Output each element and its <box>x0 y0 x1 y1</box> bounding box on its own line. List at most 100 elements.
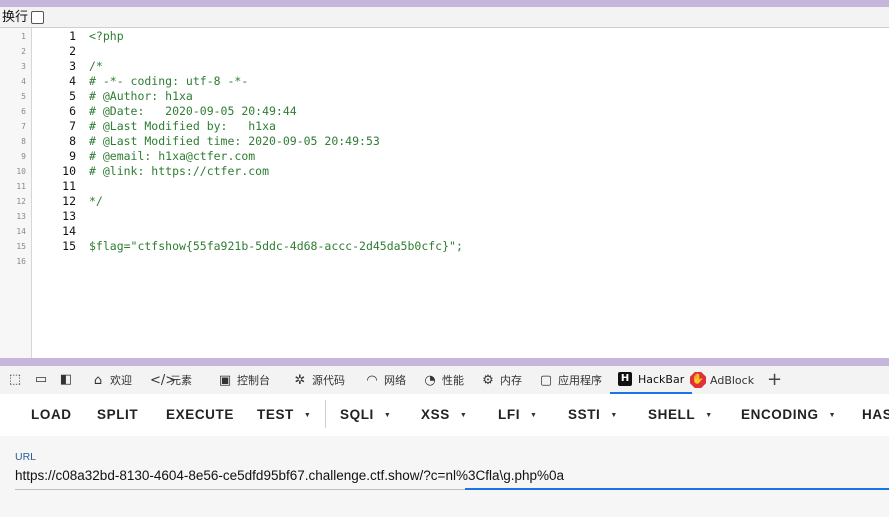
code-line-number: 4 <box>69 74 76 88</box>
url-field-area: URL <box>0 436 889 517</box>
gutter-line-number: 9 <box>21 152 26 161</box>
gutter-line-number: 15 <box>16 242 26 251</box>
url-focus-indicator <box>465 488 889 490</box>
tab-hackbar-label: HackBar <box>638 372 685 386</box>
devtools-panel: ⬚ ▭ ◧ ⌂ 欢迎 </> 元素 ▣ 控制台 ✲ 源代码 ◠ 网络 ◔ 性能 … <box>0 358 889 517</box>
gutter-line-number: 13 <box>16 212 26 221</box>
add-tab-plus-icon[interactable]: + <box>767 369 782 391</box>
shell-menu-button[interactable]: SHELL ▼ <box>648 394 713 436</box>
gutter-line-number: 12 <box>16 197 26 206</box>
code-line-number: 7 <box>69 119 76 133</box>
code-line-number: 2 <box>69 44 76 58</box>
hackbar-toolbar: LOAD SPLIT EXECUTE TEST ▼ SQLI ▼ XSS ▼ LFI ▼… <box>0 394 889 436</box>
encoding-menu-button[interactable]: ENCODING ▼ <box>741 394 836 436</box>
code-line-text: # @Date: 2020-09-05 20:49:44 <box>89 104 297 118</box>
code-line-number: 9 <box>69 149 76 163</box>
code-line-number: 11 <box>62 179 76 193</box>
code-line-text: # @Last Modified time: 2020-09-05 20:49:… <box>89 134 380 148</box>
chevron-down-icon: ▼ <box>705 412 713 419</box>
tab-console[interactable]: ▣ 控制台 <box>217 366 270 394</box>
xss-menu-label: XSS <box>421 407 450 422</box>
tab-sources[interactable]: ✲ 源代码 <box>292 366 345 394</box>
line-wrap-bar: 换行 <box>0 7 889 28</box>
line-gutter: 1 2 3 4 5 6 7 8 9 10 11 12 13 14 15 16 <box>0 28 32 358</box>
xss-menu-button[interactable]: XSS ▼ <box>421 394 467 436</box>
view-source-page: 换行 1 2 3 4 5 6 7 8 9 10 11 12 13 14 15 16 1 <?php 2 3/* 4 # … <box>0 0 889 358</box>
devtools-frame <box>0 358 889 366</box>
tab-performance[interactable]: ◔ 性能 <box>422 366 464 394</box>
chevron-down-icon: ▼ <box>610 412 618 419</box>
dock-side-icon[interactable]: ◧ <box>57 371 75 389</box>
gutter-line-number: 14 <box>16 227 26 236</box>
load-button[interactable]: LOAD <box>31 394 72 436</box>
inspect-element-icon[interactable]: ⬚ <box>6 371 24 389</box>
hash-menu-button[interactable]: HAS <box>862 394 889 436</box>
gutter-line-number: 7 <box>21 122 26 131</box>
devtools-tab-bar: ⬚ ▭ ◧ ⌂ 欢迎 </> 元素 ▣ 控制台 ✲ 源代码 ◠ 网络 ◔ 性能 … <box>0 366 889 394</box>
shell-menu-label: SHELL <box>648 407 696 422</box>
code-line-number: 6 <box>69 104 76 118</box>
window-frame-top <box>0 0 889 7</box>
code-tags-icon: </> <box>150 372 177 388</box>
gutter-line-number: 2 <box>21 47 26 56</box>
code-line-text: # -*- coding: utf-8 -*- <box>89 74 249 88</box>
tab-hackbar[interactable]: H HackBar <box>610 366 693 394</box>
chevron-down-icon: ▼ <box>530 412 538 419</box>
lfi-menu-label: LFI <box>498 407 521 422</box>
tab-memory[interactable]: ⚙ 内存 <box>480 366 522 394</box>
tab-welcome[interactable]: ⌂ 欢迎 <box>90 366 132 394</box>
gutter-line-number: 8 <box>21 137 26 146</box>
chevron-down-icon: ▼ <box>459 412 468 419</box>
gutter-line-number: 10 <box>16 167 26 176</box>
test-menu-button[interactable]: TEST ▼ <box>257 394 311 436</box>
code-line-number: 10 <box>62 164 76 178</box>
tab-elements-label: 元素 <box>170 374 192 387</box>
gutter-line-number: 3 <box>21 62 26 71</box>
device-emulation-icon[interactable]: ▭ <box>32 371 50 389</box>
gauge-icon: ◔ <box>424 372 436 388</box>
tab-application[interactable]: ▢ 应用程序 <box>538 366 602 394</box>
code-line-number: 3 <box>69 59 76 73</box>
chevron-down-icon: ▼ <box>828 412 837 419</box>
ssti-menu-button[interactable]: SSTI ▼ <box>568 394 618 436</box>
wifi-icon: ◠ <box>366 372 378 388</box>
sqli-menu-button[interactable]: SQLI ▼ <box>340 394 391 436</box>
split-button[interactable]: SPLIT <box>97 394 138 436</box>
tab-application-label: 应用程序 <box>558 374 602 387</box>
url-input[interactable] <box>15 464 889 486</box>
code-line-number: 8 <box>69 134 76 148</box>
toolbar-divider <box>325 400 326 428</box>
tab-sources-label: 源代码 <box>312 374 345 387</box>
code-line-text: <?php <box>89 29 124 43</box>
tab-elements[interactable]: </> 元素 <box>150 366 192 394</box>
execute-button[interactable]: EXECUTE <box>166 394 234 436</box>
line-wrap-checkbox[interactable] <box>31 11 44 24</box>
gutter-line-number: 6 <box>21 107 26 116</box>
url-label: URL <box>15 451 37 463</box>
hackbar-logo-icon: H <box>618 372 632 386</box>
gutter-line-number: 4 <box>21 77 26 86</box>
encoding-menu-label: ENCODING <box>741 407 819 422</box>
ssti-menu-label: SSTI <box>568 407 601 422</box>
tab-network-label: 网络 <box>384 374 406 387</box>
gutter-line-number: 5 <box>21 92 26 101</box>
code-line-number: 1 <box>69 29 76 43</box>
code-line-number: 5 <box>69 89 76 103</box>
tab-network[interactable]: ◠ 网络 <box>364 366 406 394</box>
code-line-text: $flag="ctfshow{55fa921b-5ddc-4d68-accc-2… <box>89 239 463 253</box>
gutter-line-number: 16 <box>16 257 26 266</box>
tab-console-label: 控制台 <box>237 374 270 387</box>
code-line-text: # @Author: h1xa <box>89 89 193 103</box>
tab-performance-label: 性能 <box>442 374 464 387</box>
code-line-text: /* <box>89 59 103 73</box>
bug-icon: ✲ <box>294 372 306 388</box>
source-code: 1 <?php 2 3 /* 4 # -*- coding: utf-8 -*- 5 # @Au… <box>32 28 889 358</box>
lfi-menu-button[interactable]: LFI ▼ <box>498 394 538 436</box>
code-line-number: 12 <box>62 194 76 208</box>
tab-adblock-label: AdBlock <box>710 373 755 387</box>
code-line-number: 14 <box>62 224 76 238</box>
code-line-number: 15 <box>62 239 76 253</box>
tab-adblock[interactable]: ✋ AdBlock <box>690 366 754 394</box>
memory-chip-icon: ⚙ <box>482 372 494 388</box>
tab-welcome-label: 欢迎 <box>110 374 132 387</box>
